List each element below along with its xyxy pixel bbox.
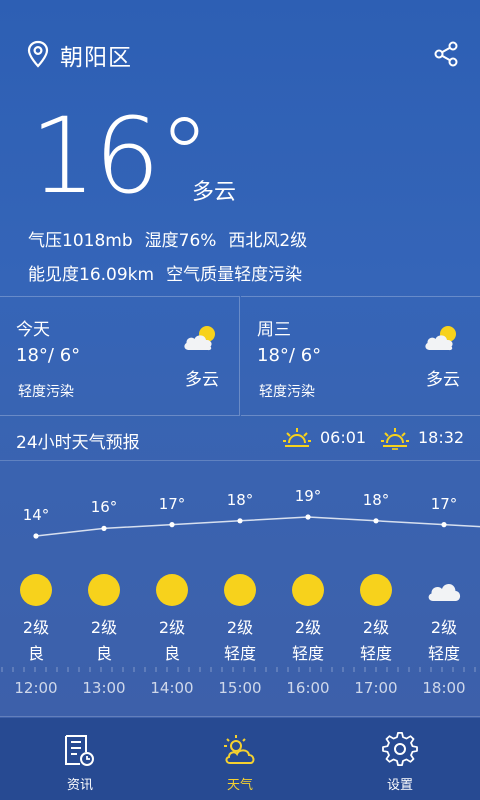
hour-temperature: 18° xyxy=(362,490,390,509)
day-aqi: 轻度污染 xyxy=(18,384,74,400)
hour-time-label: 12:00 xyxy=(14,679,58,697)
hour-air-quality: 良 xyxy=(27,644,44,663)
nav-label-settings: 设置 xyxy=(386,778,413,793)
hour-wind-level: 2级 xyxy=(430,618,458,637)
partly-cloudy-icon xyxy=(425,326,456,351)
day-condition: 多云 xyxy=(426,370,460,390)
sun-icon xyxy=(156,574,188,606)
day-aqi: 轻度污染 xyxy=(259,384,315,400)
share-icon[interactable] xyxy=(432,40,460,68)
nav-label-news: 资讯 xyxy=(66,778,93,793)
hour-temperature: 17° xyxy=(430,494,458,513)
gear-icon xyxy=(382,732,418,767)
day-condition: 多云 xyxy=(185,370,219,390)
hour-time-label: 18:00 xyxy=(422,679,466,697)
temperature-point xyxy=(237,518,243,524)
day-name: 今天 xyxy=(16,320,50,340)
sunrise-time: 06:01 xyxy=(320,428,367,447)
sun-icon xyxy=(20,574,52,606)
visibility: 能见度16.09km xyxy=(28,265,155,285)
time-axis-ticks xyxy=(1,667,476,672)
hour-air-quality: 轻度 xyxy=(291,644,324,663)
bottom-navigation: 资讯 天气 设置 xyxy=(0,718,480,800)
sunset-icon xyxy=(381,428,409,450)
hour-time-label: 13:00 xyxy=(82,679,126,697)
hour-temperature: 19° xyxy=(294,487,322,505)
hour-air-quality: 轻度 xyxy=(427,644,460,663)
nav-item-weather[interactable]: 天气 xyxy=(160,718,320,800)
sun-icon xyxy=(224,574,256,606)
current-temperature: 16° xyxy=(30,95,210,217)
news-icon xyxy=(65,735,94,766)
hour-air-quality: 良 xyxy=(163,644,180,663)
location-pin-icon[interactable] xyxy=(26,40,50,68)
hour-time-label: 17:00 xyxy=(354,679,398,697)
details-line-1: 气压1018mb 湿度76% 西北风2级 xyxy=(28,226,319,251)
city-name[interactable]: 朝阳区 xyxy=(60,38,132,72)
hour-temperature: 17° xyxy=(158,494,186,513)
hour-air-quality: 轻度 xyxy=(223,644,256,663)
hour-air-quality: 良 xyxy=(95,644,112,663)
partly-cloudy-icon xyxy=(184,326,215,351)
weather-icon xyxy=(224,735,255,764)
hourly-forecast[interactable]: 14° 2级良 12:00 16° 2级良 13:00 17° 2级良 14:00 18° 2级轻度… xyxy=(0,462,480,717)
day-temp-range: 18°/ 6° xyxy=(16,345,81,366)
temperature-point xyxy=(373,518,379,524)
hour-temperature: 16° xyxy=(90,498,118,517)
nav-item-news[interactable]: 资讯 xyxy=(0,718,160,800)
divider xyxy=(0,460,480,461)
hour-temperature: 18° xyxy=(226,490,254,509)
temperature-point xyxy=(169,522,175,528)
divider xyxy=(0,716,480,717)
temperature-point xyxy=(33,533,39,539)
hour-wind-level: 2级 xyxy=(90,618,118,637)
temperature-point xyxy=(101,525,107,531)
day-temp-range: 18°/ 6° xyxy=(257,345,322,366)
air-quality: 空气质量轻度污染 xyxy=(166,265,303,285)
day-card-today[interactable]: 今天 18°/ 6° 轻度污染 多云 xyxy=(0,296,240,416)
details-line-2: 能见度16.09km 空气质量轻度污染 xyxy=(28,260,314,285)
sun-icon xyxy=(292,574,324,606)
hour-time-label: 16:00 xyxy=(286,679,330,697)
hour-time-label: 14:00 xyxy=(150,679,194,697)
sun-icon xyxy=(88,574,120,606)
nav-item-settings[interactable]: 设置 xyxy=(320,718,480,800)
nav-label-weather: 天气 xyxy=(226,778,253,793)
sunset-time: 18:32 xyxy=(418,428,465,447)
current-condition: 多云 xyxy=(192,180,237,205)
pressure: 气压1018mb xyxy=(28,231,133,251)
temperature-point xyxy=(305,514,311,520)
hour-air-quality: 轻度 xyxy=(359,644,392,663)
header: 朝阳区 xyxy=(0,0,480,100)
hour-wind-level: 2级 xyxy=(22,618,50,637)
wind: 西北风2级 xyxy=(228,231,308,251)
temperature-point xyxy=(441,522,447,528)
day-card-wednesday[interactable]: 周三 18°/ 6° 轻度污染 多云 xyxy=(241,296,480,416)
hour-time-label: 15:00 xyxy=(218,679,262,697)
hour-wind-level: 2级 xyxy=(226,618,254,637)
hour-temperature: 14° xyxy=(22,506,50,524)
cloud-icon xyxy=(428,583,461,601)
sunrise-icon xyxy=(283,428,311,447)
hour-wind-level: 2级 xyxy=(294,618,322,637)
hour-wind-level: 2级 xyxy=(158,618,186,637)
hour-wind-level: 2级 xyxy=(362,618,390,637)
sun-icon xyxy=(360,574,392,606)
forecast-24h-title: 24小时天气预报 xyxy=(16,433,140,453)
humidity: 湿度76% xyxy=(144,231,217,251)
day-name: 周三 xyxy=(257,320,291,340)
